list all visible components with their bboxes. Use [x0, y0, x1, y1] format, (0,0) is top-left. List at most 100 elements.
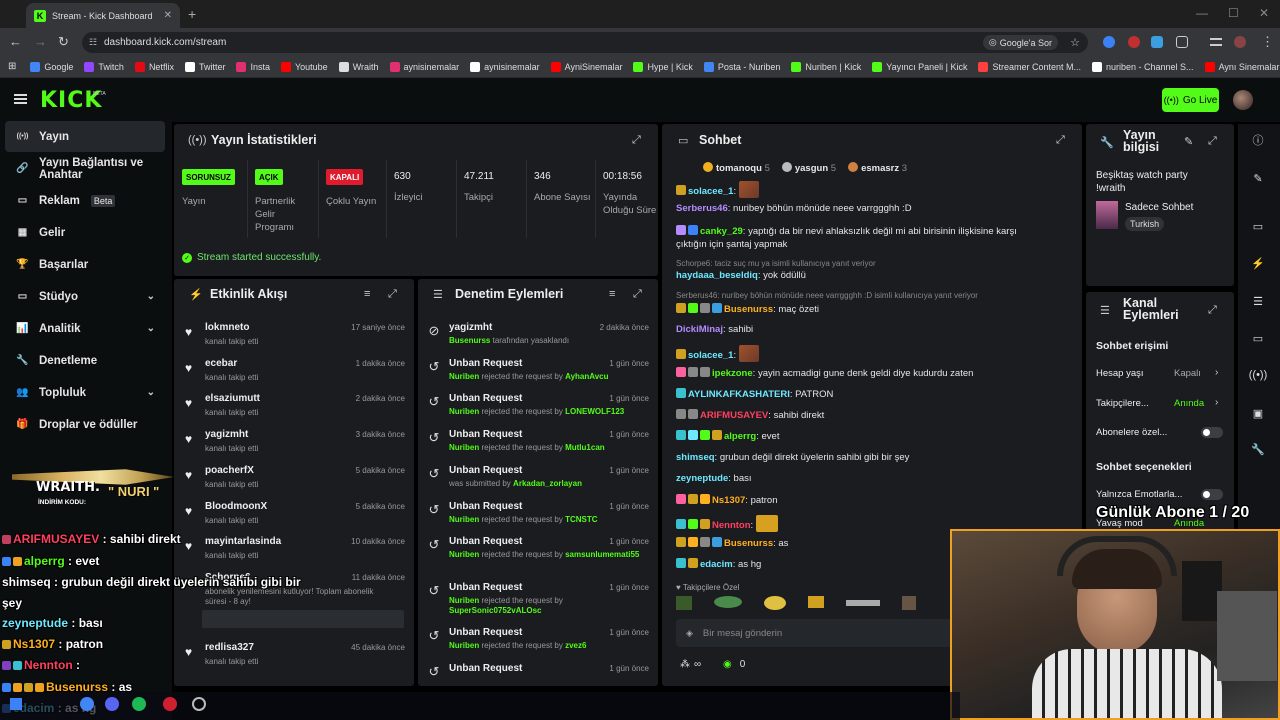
moderator-name[interactable]: Busenurss: [449, 336, 490, 345]
bookmark-item[interactable]: Hype | Kick: [633, 61, 693, 72]
chat-username[interactable]: zeyneptude: [676, 473, 728, 484]
close-tab-icon[interactable]: ✕: [164, 10, 172, 21]
chat-username[interactable]: shimseq: [676, 452, 715, 463]
popout-icon[interactable]: ⤢: [1056, 134, 1065, 147]
sidebar-item-denetleme[interactable]: 🔧 Denetleme: [5, 345, 165, 376]
forward-icon[interactable]: →: [34, 34, 47, 49]
sidebar-item-yayın-bağlantısı-ve-anahtar[interactable]: 🔗 Yayın Bağlantısı ve Anahtar: [5, 153, 165, 184]
chat-username[interactable]: Serberus46: [676, 203, 728, 214]
chevron-down-icon[interactable]: ⌄: [147, 323, 155, 334]
target-username[interactable]: AyhanAvcu: [565, 372, 608, 381]
gifter-name[interactable]: esmasrz: [861, 163, 899, 174]
broadcast-icon[interactable]: ((•)): [1249, 367, 1268, 383]
bookmark-item[interactable]: Google: [30, 61, 73, 72]
activity-username[interactable]: ecebar: [205, 358, 237, 369]
moderator-name[interactable]: Nuriben: [449, 372, 479, 381]
settings-gear-icon[interactable]: [192, 697, 206, 711]
bookmark-item[interactable]: Youtube: [280, 61, 328, 72]
wrench-icon[interactable]: 🔧: [1250, 441, 1266, 457]
site-info-icon[interactable]: ☷: [89, 37, 97, 48]
popout-icon[interactable]: ⤢: [388, 288, 397, 301]
sidebar-item-gelir[interactable]: ▦ Gelir: [5, 217, 165, 248]
activity-username[interactable]: BloodmoonX: [205, 501, 267, 512]
channel-setting-value[interactable]: Anında: [1174, 398, 1204, 409]
gifter-name[interactable]: yasgun: [795, 163, 828, 174]
browser-tab[interactable]: K Stream - Kick Dashboard ✕: [26, 3, 180, 28]
extension-icon[interactable]: [1128, 36, 1140, 48]
target-username[interactable]: Arkadan_zorlayan: [513, 479, 582, 488]
start-icon[interactable]: [10, 698, 22, 710]
close-window-icon[interactable]: ✕: [1259, 6, 1269, 20]
sidebar-item-analitik[interactable]: 📊 Analitik ⌄: [5, 313, 165, 344]
bookmark-item[interactable]: AyniSinemalar: [550, 61, 622, 72]
chat-username[interactable]: solacee_1: [688, 350, 733, 361]
sidebar-item-başarılar[interactable]: 🏆 Başarılar: [5, 249, 165, 280]
moderator-name[interactable]: Nuriben: [449, 596, 479, 605]
moderator-name[interactable]: Nuriben: [449, 515, 479, 524]
taskbar-app-icon[interactable]: [80, 697, 94, 711]
bookmark-item[interactable]: Yayıncı Paneli | Kick: [872, 61, 967, 72]
bookmark-item[interactable]: nuriben - Channel S...: [1092, 61, 1194, 72]
subscribers-only-toggle[interactable]: [1201, 427, 1223, 438]
bookmark-item[interactable]: aynisinemalar: [389, 61, 459, 72]
target-username[interactable]: LONEWOLF123: [565, 407, 624, 416]
edit-pencil-icon[interactable]: ✎: [1250, 170, 1266, 186]
bookmark-item[interactable]: Netflix: [134, 61, 174, 72]
bookmark-item[interactable]: Posta - Nuriben: [703, 61, 780, 72]
minimize-icon[interactable]: —: [1196, 6, 1208, 20]
popout-icon[interactable]: ⤢: [1208, 304, 1217, 317]
media-control-icon[interactable]: [1210, 38, 1222, 46]
window-icon[interactable]: ▭: [1250, 218, 1266, 234]
chat-username[interactable]: ipekzone: [712, 368, 753, 379]
bookmark-item[interactable]: Twitter: [184, 61, 225, 72]
moderator-name[interactable]: Nuriben: [449, 641, 479, 650]
chat-username[interactable]: alperrg: [724, 431, 756, 442]
maximize-icon[interactable]: ☐: [1228, 6, 1239, 20]
extensions-puzzle-icon[interactable]: [1176, 36, 1188, 48]
chat-username[interactable]: Nennton: [712, 520, 751, 531]
activity-username[interactable]: lokmneto: [205, 322, 249, 333]
browser-menu-icon[interactable]: ⋮: [1261, 34, 1274, 50]
avatar[interactable]: [1233, 90, 1253, 110]
moderator-name[interactable]: Nuriben: [449, 550, 479, 559]
bookmark-item[interactable]: Wraith: [338, 61, 379, 72]
url-bar[interactable]: ☷ dashboard.kick.com/stream ◎ Google'a S…: [82, 32, 1088, 53]
emote[interactable]: [676, 596, 692, 610]
info-icon[interactable]: ⓘ: [1250, 132, 1266, 148]
emote-only-toggle[interactable]: [1201, 489, 1223, 500]
emote[interactable]: [714, 596, 742, 608]
popout-icon[interactable]: ⤢: [1208, 135, 1217, 148]
chat-username[interactable]: Busenurss: [724, 304, 773, 315]
chevron-down-icon[interactable]: ⌄: [147, 387, 155, 398]
filter-icon[interactable]: ≡: [609, 288, 615, 300]
back-icon[interactable]: ←: [9, 34, 22, 49]
bookmark-item[interactable]: Aynı Sinemalar - Ça...: [1204, 61, 1280, 72]
extension-icon[interactable]: [1103, 36, 1115, 48]
lightning-icon[interactable]: ⚡: [1250, 255, 1266, 271]
edit-pencil-icon[interactable]: ✎: [1184, 135, 1193, 148]
stream-category[interactable]: Sadece Sohbet: [1125, 202, 1193, 213]
sidebar-item-reklam[interactable]: ▭ Reklam Beta: [5, 185, 165, 216]
new-tab-icon[interactable]: +: [188, 6, 196, 22]
target-username[interactable]: zvez6: [565, 641, 586, 650]
channel-setting-value[interactable]: Kapalı: [1174, 368, 1201, 379]
activity-username[interactable]: mayintarlasinda: [205, 536, 281, 547]
sidebar-item-yayın[interactable]: ((•)) Yayın: [5, 121, 165, 152]
screen-icon[interactable]: ▣: [1250, 405, 1266, 421]
activity-username[interactable]: poacherfX: [205, 465, 254, 476]
hamburger-menu-icon[interactable]: [14, 94, 27, 104]
profile-icon[interactable]: [1234, 36, 1246, 48]
bookmark-item[interactable]: Insta: [236, 61, 270, 72]
activity-username[interactable]: elsaziumutt: [205, 393, 260, 404]
go-live-button[interactable]: ((•)) Go Live: [1162, 88, 1219, 112]
sidebar-item-stüdyo[interactable]: ▭ Stüdyo ⌄: [5, 281, 165, 312]
activity-username[interactable]: redlisa327: [205, 642, 254, 653]
bookmark-item[interactable]: aynisinemalar: [470, 61, 540, 72]
emote[interactable]: [902, 596, 916, 610]
chevron-down-icon[interactable]: ⌄: [147, 291, 155, 302]
target-username[interactable]: SuperSonic0752vALOsc: [449, 606, 541, 615]
emote[interactable]: [808, 596, 824, 608]
gifter-name[interactable]: tomanoqu: [716, 163, 762, 174]
target-username[interactable]: Mutlu1can: [565, 443, 605, 452]
chat-username[interactable]: haydaaa_beseldiq: [676, 270, 758, 281]
